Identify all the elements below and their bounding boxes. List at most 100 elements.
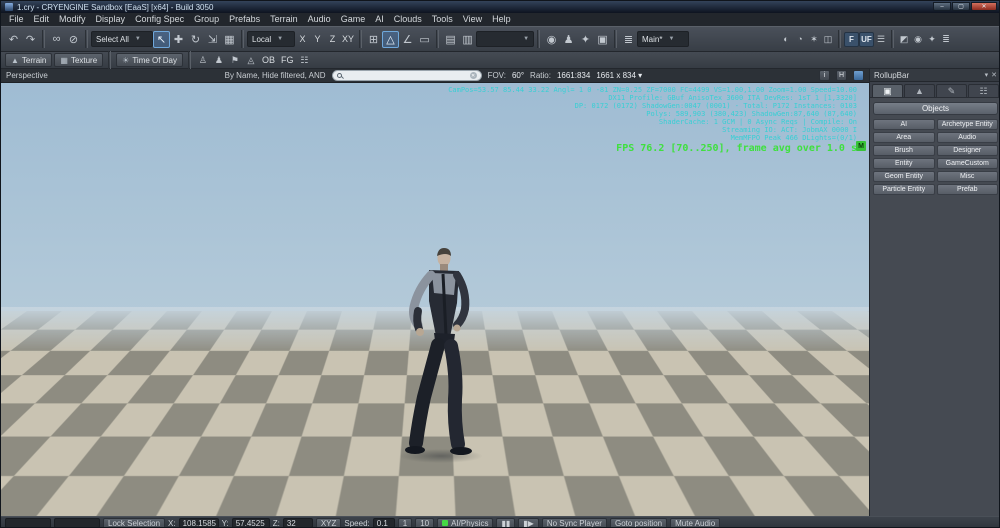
menu-terrain[interactable]: Terrain bbox=[265, 13, 303, 26]
ratio-value[interactable]: 1661:834 bbox=[557, 71, 590, 80]
info-button[interactable]: i bbox=[819, 70, 830, 81]
character-editor-icon[interactable]: ♟ bbox=[560, 31, 577, 48]
xyz-toggle-button[interactable]: XYZ bbox=[315, 517, 342, 527]
time-of-day-button[interactable]: ☀ Time Of Day bbox=[116, 53, 183, 67]
camera-icon[interactable]: ▣ bbox=[594, 31, 611, 48]
scale-icon[interactable]: ⇲ bbox=[204, 31, 221, 48]
maximize-button[interactable]: ▢ bbox=[952, 2, 970, 11]
object-type-button-area[interactable]: Area bbox=[873, 132, 935, 143]
tab-modelling[interactable]: ✎ bbox=[936, 84, 967, 97]
particle-editor-icon[interactable]: ✶ bbox=[807, 31, 821, 48]
speed-preset-10-button[interactable]: 10 bbox=[415, 517, 435, 527]
viewport-3d[interactable]: CamPos=53.57 85.44 33.22 Angl= 1 0 -81 Z… bbox=[1, 83, 869, 516]
x-coordinate-field[interactable]: 108.1585 bbox=[178, 518, 219, 527]
object-type-button-designer[interactable]: Designer bbox=[936, 145, 998, 156]
object-type-button-entity[interactable]: Entity bbox=[873, 158, 935, 169]
layer-dropdown[interactable]: Main* ▼ bbox=[637, 31, 690, 47]
clear-search-icon[interactable]: ✕ bbox=[469, 72, 477, 79]
ui-emulator-icon[interactable]: UF bbox=[859, 31, 874, 47]
menu-group[interactable]: Group bbox=[189, 13, 224, 26]
character-tool-icon[interactable]: ♙ bbox=[196, 52, 210, 69]
menu-clouds[interactable]: Clouds bbox=[389, 13, 427, 26]
layout-quad-icon[interactable]: ▥ bbox=[459, 31, 476, 48]
unlink-icon[interactable]: ⊘ bbox=[65, 31, 82, 48]
goto-position-icon[interactable]: ✦ bbox=[577, 31, 594, 48]
texture-button[interactable]: ▦ Texture bbox=[54, 53, 104, 67]
tab-display[interactable]: ☷ bbox=[968, 84, 999, 97]
object-type-button-prefab[interactable]: Prefab bbox=[936, 184, 998, 195]
undo-icon[interactable]: ↶ bbox=[5, 31, 22, 48]
resolution-dropdown[interactable]: 1661 x 834 ▾ bbox=[596, 71, 642, 80]
snap-grid-icon[interactable]: ⊞ bbox=[365, 31, 382, 48]
speed-preset-1-button[interactable]: 1 bbox=[397, 517, 413, 527]
object-type-button-gamecustom[interactable]: GameCustom bbox=[936, 158, 998, 169]
mute-audio-button[interactable]: Mute Audio bbox=[670, 517, 721, 527]
select-all-dropdown[interactable]: Select All ▼ bbox=[91, 31, 153, 47]
ruler-icon[interactable]: ▭ bbox=[416, 31, 433, 48]
link-icon[interactable]: ∞ bbox=[48, 31, 65, 48]
goto-position-button[interactable]: Goto position bbox=[609, 517, 668, 527]
flag-tool-icon[interactable]: ⚑ bbox=[228, 52, 242, 69]
snap-angle-icon[interactable]: ∠ bbox=[399, 31, 416, 48]
title-bar[interactable]: 1.cry - CRYENGINE Sandbox [EaaS] [x64] -… bbox=[1, 1, 999, 13]
pin-icon[interactable]: ▾ bbox=[985, 71, 989, 79]
menu-audio[interactable]: Audio bbox=[303, 13, 336, 26]
select-object-icon[interactable]: ↖ bbox=[153, 30, 170, 48]
menu-game[interactable]: Game bbox=[336, 13, 371, 26]
menu-view[interactable]: View bbox=[458, 13, 487, 26]
camera-dropdown[interactable]: ▼ bbox=[476, 31, 535, 47]
ai-character-icon[interactable]: ♟ bbox=[212, 52, 226, 69]
tab-terrain[interactable]: ▲ bbox=[904, 84, 935, 97]
object-type-button-audio[interactable]: Audio bbox=[936, 132, 998, 143]
lock-selection-button[interactable]: Lock Selection bbox=[103, 517, 166, 527]
select-area-icon[interactable]: ▦ bbox=[221, 31, 238, 48]
no-sync-player-button[interactable]: No Sync Player bbox=[541, 517, 607, 527]
minimize-button[interactable]: – bbox=[933, 2, 951, 11]
axis-z-button[interactable]: Z bbox=[325, 31, 340, 47]
material-sphere-icon[interactable]: ◉ bbox=[911, 31, 925, 48]
menu-edit[interactable]: Edit bbox=[29, 13, 55, 26]
fov-value[interactable]: 60° bbox=[512, 71, 524, 80]
object-type-button-particle-entity[interactable]: Particle Entity bbox=[873, 184, 935, 195]
tab-objects[interactable]: ▣ bbox=[872, 84, 903, 97]
menu-file[interactable]: File bbox=[4, 13, 29, 26]
menu-display[interactable]: Display bbox=[91, 13, 131, 26]
menu-config-spec[interactable]: Config Spec bbox=[130, 13, 189, 26]
pause-button[interactable]: ▮▮ bbox=[496, 517, 516, 527]
menu-tools[interactable]: Tools bbox=[427, 13, 458, 26]
object-type-button-misc[interactable]: Misc bbox=[936, 171, 998, 182]
speed-field[interactable]: 0.1 bbox=[372, 518, 395, 527]
ob-button[interactable]: OB bbox=[260, 52, 277, 68]
redo-icon[interactable]: ↷ bbox=[22, 31, 39, 48]
fg-button[interactable]: FG bbox=[279, 52, 296, 68]
object-type-button-ai[interactable]: AI bbox=[873, 119, 935, 130]
lens-flare-icon[interactable]: ◐ bbox=[779, 31, 793, 48]
view-mode-label[interactable]: Perspective bbox=[6, 71, 48, 80]
audio-controls-icon[interactable]: ◩ bbox=[897, 31, 911, 48]
search-input[interactable] bbox=[344, 71, 467, 80]
material-editor-icon[interactable]: ◉ bbox=[543, 31, 560, 48]
layer-stack-icon[interactable]: ≣ bbox=[620, 31, 637, 48]
rollup-title-bar[interactable]: RollupBar ▾ ✕ bbox=[870, 69, 999, 82]
y-coordinate-field[interactable]: 57.4525 bbox=[231, 518, 270, 527]
flowgraph-icon[interactable]: F bbox=[844, 31, 859, 47]
z-coordinate-field[interactable]: 32 bbox=[282, 518, 313, 527]
menu-modify[interactable]: Modify bbox=[54, 13, 91, 26]
mannequin-icon[interactable]: ☰ bbox=[874, 31, 888, 48]
axis-x-button[interactable]: X bbox=[295, 31, 310, 47]
ai-physics-button[interactable]: AI/Physics bbox=[437, 517, 494, 527]
reference-coords-dropdown[interactable]: Local ▼ bbox=[247, 31, 295, 47]
move-icon[interactable]: ✚ bbox=[170, 31, 187, 48]
terrain-button[interactable]: ▲ Terrain bbox=[5, 53, 53, 67]
helpers-button[interactable]: H bbox=[836, 70, 847, 81]
goto-location-icon[interactable]: ✦ bbox=[925, 31, 939, 48]
database-view-icon[interactable]: ◫ bbox=[821, 31, 835, 48]
menu-prefabs[interactable]: Prefabs bbox=[224, 13, 265, 26]
object-type-button-archetype-entity[interactable]: Archetype Entity bbox=[936, 119, 998, 130]
step-button[interactable]: ▮▶ bbox=[518, 517, 539, 527]
menu-ai[interactable]: AI bbox=[370, 13, 389, 26]
grid-dots-icon[interactable]: ☷ bbox=[297, 52, 311, 69]
filter-mode-label[interactable]: By Name, Hide filtered, AND bbox=[225, 71, 326, 80]
object-type-button-brush[interactable]: Brush bbox=[873, 145, 935, 156]
rotate-icon[interactable]: ↻ bbox=[187, 31, 204, 48]
